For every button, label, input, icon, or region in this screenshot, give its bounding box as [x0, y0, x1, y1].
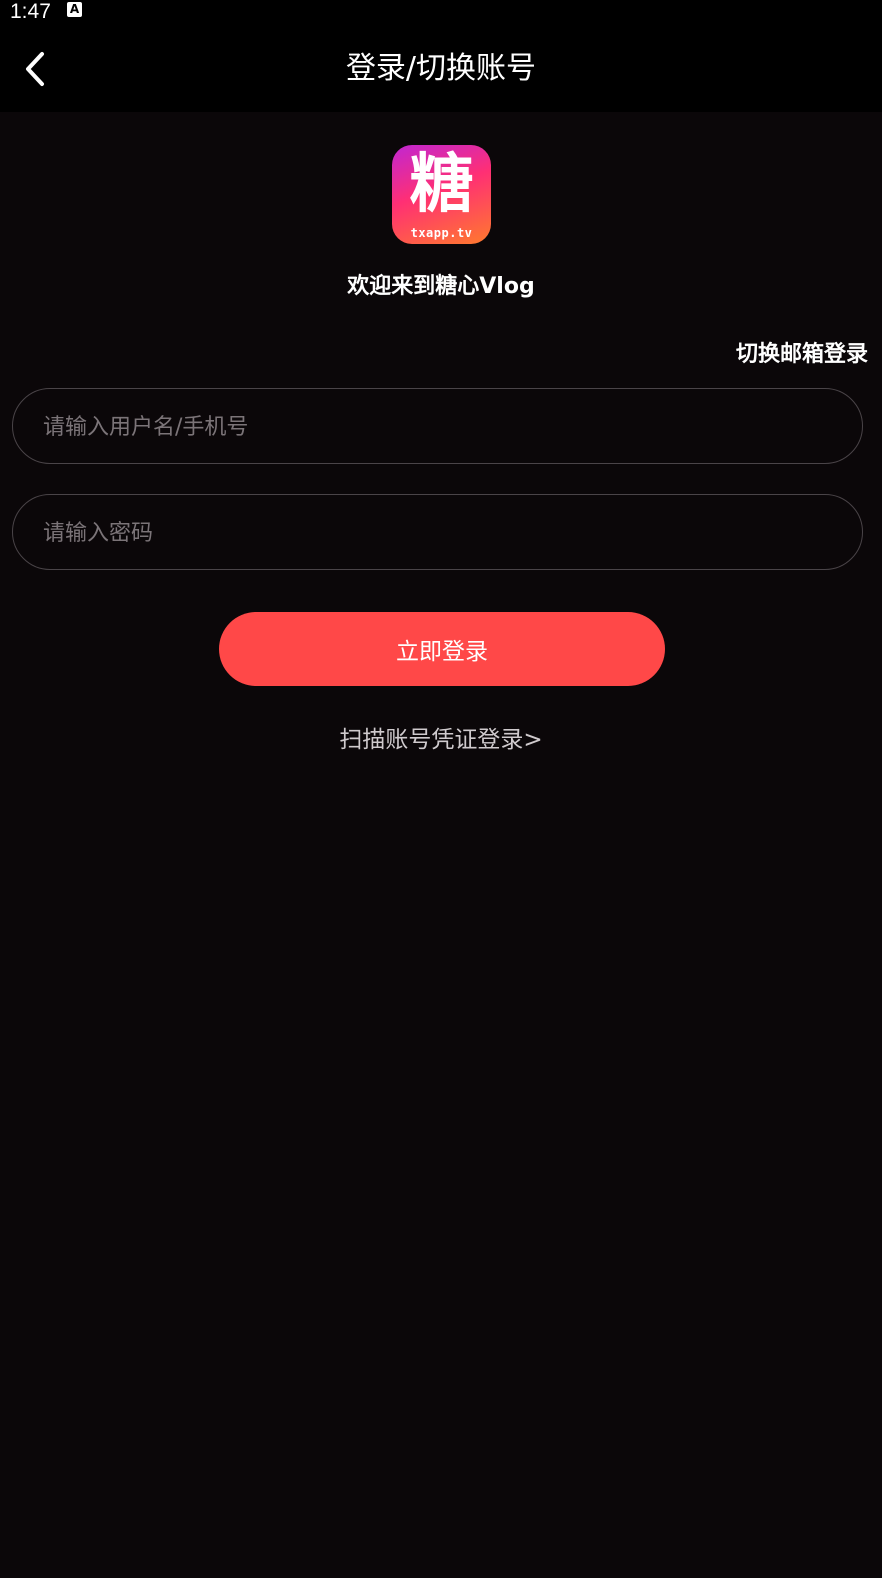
username-input[interactable] [41, 389, 834, 465]
status-bar: 1:47 A [0, 0, 882, 26]
logo-glyph: 糖 [409, 148, 474, 222]
scan-login-row: 扫描账号凭证登录> [0, 720, 882, 754]
a-letter-icon: A [67, 2, 82, 17]
status-time: 1:47 [10, 0, 51, 23]
welcome-text: 欢迎来到糖心Vlog [347, 274, 535, 299]
page-title: 登录/切换账号 [345, 51, 537, 86]
logo-domain: txapp.tv [410, 226, 473, 240]
back-button[interactable] [12, 46, 58, 92]
app-bar: 登录/切换账号 [0, 26, 882, 112]
scan-credential-login-link[interactable]: 扫描账号凭证登录> [339, 727, 542, 753]
password-input[interactable] [41, 495, 834, 571]
chevron-left-icon [26, 52, 44, 86]
app-logo: 糖 txapp.tv [392, 145, 491, 244]
login-button[interactable]: 立即登录 [219, 612, 665, 686]
switch-email-login-link[interactable]: 切换邮箱登录 [736, 336, 868, 368]
username-field-container [12, 388, 863, 465]
password-field-container [12, 494, 863, 571]
